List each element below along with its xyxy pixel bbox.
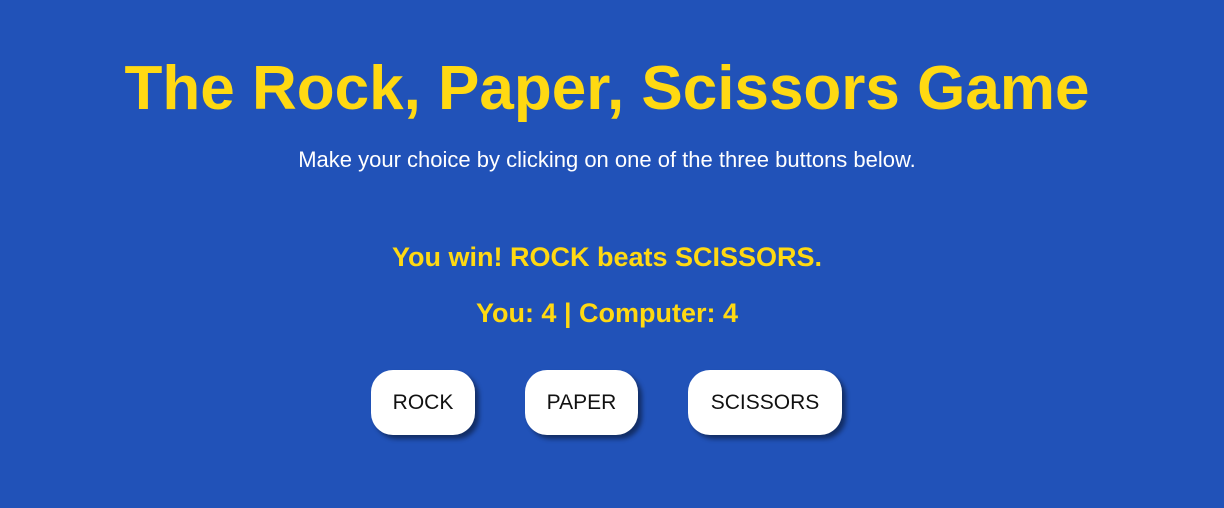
game-page: The Rock, Paper, Scissors Game Make your…: [0, 0, 1224, 508]
instructions-text: Make your choice by clicking on one of t…: [298, 147, 916, 172]
page-title: The Rock, Paper, Scissors Game: [124, 54, 1090, 123]
paper-button[interactable]: PAPER: [525, 370, 638, 435]
rock-button[interactable]: ROCK: [371, 370, 475, 435]
round-result: You win! ROCK beats SCISSORS.: [391, 242, 823, 272]
scissors-button[interactable]: SCISSORS: [688, 370, 842, 435]
scoreboard: You: 4 | Computer: 4: [475, 298, 739, 328]
